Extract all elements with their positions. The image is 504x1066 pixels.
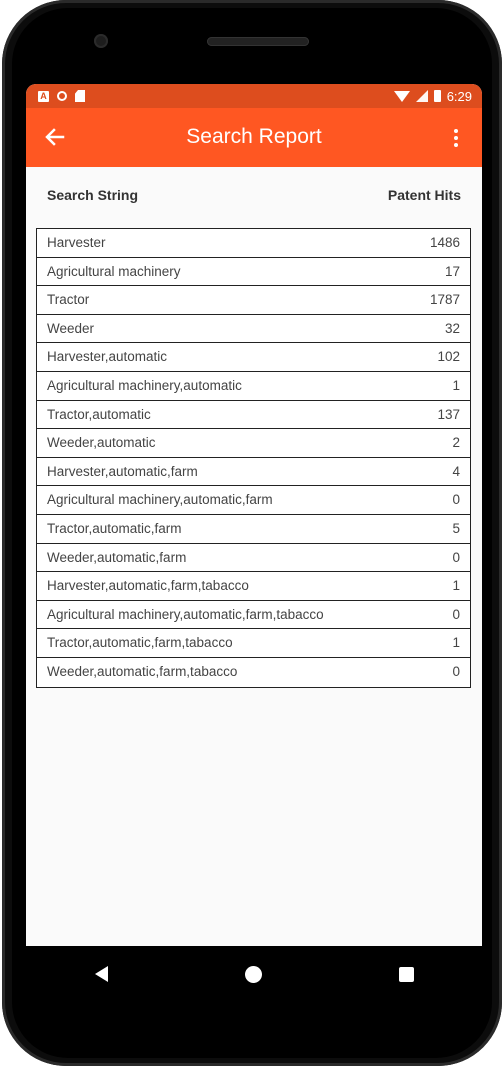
patent-hits-cell: 137 bbox=[437, 406, 460, 422]
nav-home-icon[interactable] bbox=[244, 965, 262, 983]
page-title: Search Report bbox=[186, 125, 322, 148]
sd-card-icon bbox=[75, 90, 85, 102]
patent-hits-cell: 0 bbox=[452, 549, 460, 565]
circle-icon bbox=[57, 91, 67, 101]
nav-recents-icon[interactable] bbox=[398, 966, 414, 982]
patent-hits-cell: 0 bbox=[452, 492, 460, 508]
patent-hits-cell: 2 bbox=[452, 435, 460, 451]
more-vertical-icon[interactable] bbox=[444, 124, 468, 152]
battery-icon bbox=[433, 90, 441, 102]
table-row[interactable]: Agricultural machinery,automatic,farm 0 bbox=[37, 486, 470, 515]
search-string-cell: Agricultural machinery,automatic bbox=[47, 377, 242, 393]
header-patent-hits: Patent Hits bbox=[387, 187, 461, 203]
nav-back-icon[interactable] bbox=[94, 966, 108, 982]
table-row[interactable]: Agricultural machinery 17 bbox=[37, 258, 470, 287]
table-row[interactable]: Weeder,automatic,farm 0 bbox=[37, 544, 470, 573]
patent-hits-cell: 0 bbox=[452, 663, 460, 679]
status-time: 6:29 bbox=[446, 88, 472, 104]
patent-hits-cell: 17 bbox=[444, 263, 460, 279]
search-string-cell: Tractor,automatic bbox=[47, 406, 151, 422]
search-string-cell: Tractor,automatic,farm bbox=[47, 520, 182, 536]
patent-hits-cell: 102 bbox=[437, 349, 460, 365]
search-string-cell: Agricultural machinery bbox=[47, 263, 181, 279]
search-string-cell: Weeder,automatic,farm bbox=[47, 549, 187, 565]
front-camera bbox=[94, 34, 108, 48]
status-bar: A 6:29 bbox=[26, 84, 482, 108]
report-table: Harvester 1486 Agricultural machinery 17 Tra… bbox=[36, 228, 471, 688]
search-string-cell: Harvester,automatic,farm bbox=[47, 463, 198, 479]
patent-hits-cell: 32 bbox=[444, 320, 460, 336]
navigation-bar bbox=[26, 946, 482, 1002]
patent-hits-cell: 1 bbox=[452, 578, 460, 594]
patent-hits-cell: 1 bbox=[452, 635, 460, 651]
search-string-cell: Harvester,automatic bbox=[47, 349, 168, 365]
header-search-string: Search String bbox=[47, 187, 139, 203]
table-row[interactable]: Harvester,automatic,farm 4 bbox=[37, 458, 470, 487]
search-string-cell: Agricultural machinery,automatic,farm,ta… bbox=[47, 606, 324, 622]
wifi-icon bbox=[393, 90, 410, 102]
search-string-cell: Tractor,automatic,farm,tabacco bbox=[47, 635, 233, 651]
table-header: Search String Patent Hits bbox=[47, 184, 461, 208]
status-system: 6:29 bbox=[393, 84, 472, 108]
table-row[interactable]: Agricultural machinery,automatic 1 bbox=[37, 372, 470, 401]
search-string-cell: Weeder,automatic bbox=[47, 435, 156, 451]
table-row[interactable]: Harvester 1486 bbox=[37, 229, 470, 258]
table-row[interactable]: Weeder 32 bbox=[37, 315, 470, 344]
notification-a-icon: A bbox=[38, 90, 49, 102]
table-row[interactable]: Harvester,automatic 102 bbox=[37, 343, 470, 372]
search-string-cell: Agricultural machinery,automatic,farm bbox=[47, 492, 273, 508]
earpiece-speaker bbox=[207, 37, 309, 46]
arrow-left-icon[interactable] bbox=[40, 122, 70, 152]
table-row[interactable]: Weeder,automatic,farm,tabacco 0 bbox=[37, 658, 470, 687]
patent-hits-cell: 1486 bbox=[429, 235, 460, 250]
app-screen: A 6:29 Search Report Search String Paten… bbox=[26, 84, 482, 946]
app-toolbar: Search Report bbox=[26, 108, 482, 167]
table-row[interactable]: Weeder,automatic 2 bbox=[37, 429, 470, 458]
table-row[interactable]: Tractor,automatic,farm,tabacco 1 bbox=[37, 629, 470, 658]
search-string-cell: Harvester,automatic,farm,tabacco bbox=[47, 578, 249, 594]
patent-hits-cell: 0 bbox=[452, 606, 460, 622]
patent-hits-cell: 5 bbox=[452, 520, 460, 536]
search-string-cell: Weeder bbox=[47, 320, 95, 336]
table-row[interactable]: Harvester,automatic,farm,tabacco 1 bbox=[37, 572, 470, 601]
signal-icon bbox=[415, 90, 428, 102]
patent-hits-cell: 1787 bbox=[429, 292, 460, 308]
table-row[interactable]: Tractor,automatic 137 bbox=[37, 401, 470, 430]
status-notifications: A bbox=[26, 90, 85, 102]
table-row[interactable]: Tractor,automatic,farm 5 bbox=[37, 515, 470, 544]
table-row[interactable]: Tractor 1787 bbox=[37, 286, 470, 315]
patent-hits-cell: 4 bbox=[452, 463, 460, 479]
search-string-cell: Weeder,automatic,farm,tabacco bbox=[47, 663, 238, 679]
search-string-cell: Tractor bbox=[47, 292, 90, 308]
patent-hits-cell: 1 bbox=[452, 377, 460, 393]
table-row[interactable]: Agricultural machinery,automatic,farm,ta… bbox=[37, 601, 470, 630]
search-string-cell: Harvester bbox=[47, 235, 106, 250]
